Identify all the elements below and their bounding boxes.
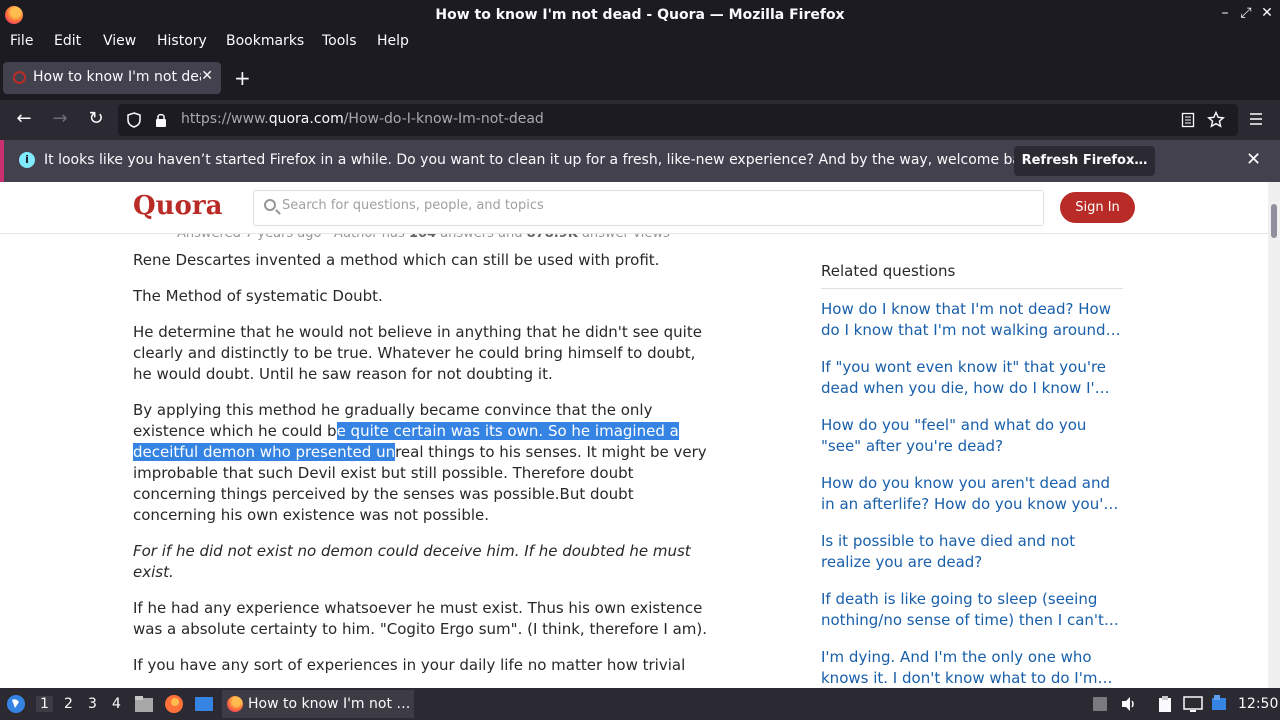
related-question-link[interactable]: How do you "feel" and what do you "see" … [821,415,1123,457]
refresh-firefox-button[interactable]: Refresh Firefox… [1014,146,1155,176]
menu-view[interactable]: View [103,33,136,49]
quora-favicon-icon [13,71,26,84]
tab-label: How to know I'm not dead - Quora [33,69,201,85]
menu-help[interactable]: Help [377,33,409,49]
search-input[interactable] [282,198,1022,213]
quora-search-box[interactable] [253,190,1044,226]
related-question-link[interactable]: How do I know that I'm not dead? How do … [821,299,1123,341]
notification-accent [0,140,4,182]
close-window-button[interactable]: ✕ [1258,5,1276,21]
lock-icon[interactable] [155,112,167,128]
answer-paragraph: If you have any sort of experiences in y… [133,656,686,674]
answer-body: Rene Descartes invented a method which c… [133,250,708,688]
related-heading: Related questions [821,262,1123,289]
new-tab-button[interactable]: + [234,66,251,90]
minimize-button[interactable]: – [1216,5,1234,21]
hamburger-menu-icon[interactable] [1249,112,1263,126]
menu-edit[interactable]: Edit [54,33,81,49]
menu-bookmarks[interactable]: Bookmarks [226,33,304,49]
clipboard-icon[interactable] [1156,695,1174,713]
notification-close-icon[interactable]: ✕ [1246,149,1261,170]
firefox-launcher-icon[interactable] [164,694,184,714]
related-question-link[interactable]: I'm dying. And I'm the only one who know… [821,647,1123,688]
refresh-notification-bar: i It looks like you haven’t started Fire… [0,140,1280,182]
forward-button[interactable]: → [48,108,72,129]
sign-in-button[interactable]: Sign In [1060,192,1135,223]
scrollbar-thumb[interactable] [1271,204,1277,238]
taskbar-window-label: How to know I'm not … [248,696,411,712]
tab-close-icon[interactable]: ✕ [201,68,213,84]
search-icon [264,199,276,211]
quora-header: Quora Sign In [0,182,1268,234]
url-bar[interactable]: https://www.quora.com/How-do-I-know-Im-n… [118,104,1238,136]
tray-app-icon[interactable] [1092,696,1108,712]
reader-view-icon[interactable] [1181,112,1195,128]
tracking-protection-shield-icon[interactable] [127,112,141,128]
network-icon[interactable] [1210,694,1228,712]
answer-paragraph: By applying this method he gradually bec… [133,401,707,524]
quora-logo[interactable]: Quora [133,191,222,221]
maximize-button[interactable]: ⤢ [1237,5,1255,21]
workspace-3[interactable]: 3 [88,696,97,712]
bookmark-star-icon[interactable] [1207,111,1225,129]
answer-paragraph: For if he did not exist no demon could d… [133,542,691,581]
system-taskbar: 1 2 3 4 How to know I'm not … 12:50 [0,688,1280,720]
taskbar-firefox-window[interactable]: How to know I'm not … [222,690,414,718]
info-icon: i [19,152,35,168]
back-button[interactable]: ← [12,108,36,129]
url-text[interactable]: https://www.quora.com/How-do-I-know-Im-n… [181,111,544,127]
volume-icon[interactable] [1120,696,1138,712]
answer-paragraph: If he had any experience whatsoever he m… [133,599,708,638]
menu-bar: File Edit View History Bookmarks Tools H… [0,30,1280,54]
menu-history[interactable]: History [157,33,207,49]
menu-file[interactable]: File [10,33,33,49]
desktop-icon[interactable] [194,695,214,713]
workspace-4[interactable]: 4 [112,696,121,712]
notification-message: It looks like you haven’t started Firefo… [44,152,1043,168]
related-question-link[interactable]: If "you wont even know it" that you're d… [821,357,1123,399]
navigation-toolbar: ← → ↻ https://www.quora.com/How-do-I-kno… [0,100,1280,140]
answer-paragraph: The Method of systematic Doubt. [133,287,383,305]
tab-quora[interactable]: How to know I'm not dead - Quora ✕ [3,62,221,94]
answer-paragraph: He determine that he would not believe i… [133,323,702,383]
window-titlebar: How to know I'm not dead - Quora — Mozil… [0,0,1280,30]
page-content: Quora Sign In Answered 7 years ago · Aut… [0,182,1280,688]
firefox-app-icon [227,696,243,712]
tab-bar: How to know I'm not dead - Quora ✕ + [0,54,1280,100]
start-menu-icon[interactable] [6,694,26,714]
page-scrollbar[interactable] [1268,182,1280,688]
related-questions: Related questions How do I know that I'm… [821,262,1123,688]
window-title: How to know I'm not dead - Quora — Mozil… [435,7,845,23]
answer-paragraph: Rene Descartes invented a method which c… [133,251,660,269]
related-question-link[interactable]: How do you know you aren't dead and in a… [821,473,1123,515]
workspace-2[interactable]: 2 [64,696,73,712]
reload-button[interactable]: ↻ [84,108,108,129]
workspace-1[interactable]: 1 [36,696,53,712]
display-icon[interactable] [1183,695,1203,713]
file-manager-icon[interactable] [134,695,154,713]
clock[interactable]: 12:50 [1238,696,1278,712]
related-question-link[interactable]: Is it possible to have died and not real… [821,531,1123,573]
menu-tools[interactable]: Tools [322,33,357,49]
related-question-link[interactable]: If death is like going to sleep (seeing … [821,589,1123,631]
